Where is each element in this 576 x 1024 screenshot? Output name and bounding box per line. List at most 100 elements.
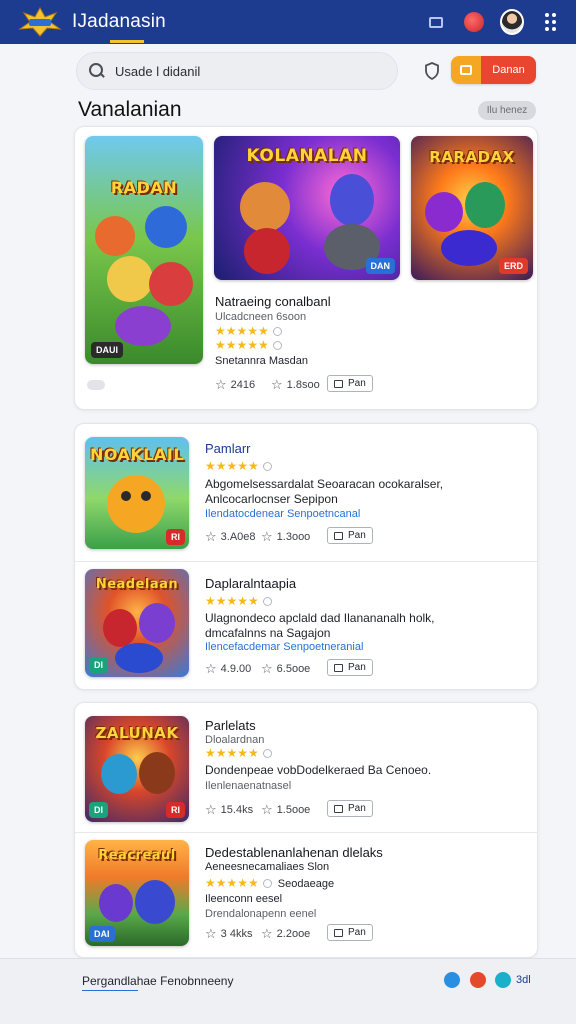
reddit-icon[interactable] — [470, 972, 486, 988]
developer-link[interactable]: Ilencefacdemar Senpoetneranial — [205, 641, 363, 653]
open-button[interactable]: Pan — [327, 800, 373, 817]
game-art-badge: RI — [166, 529, 185, 545]
game-title[interactable]: Parlelats — [205, 718, 256, 733]
featured-author: Snetannra Masdan — [215, 355, 308, 367]
avatar[interactable] — [500, 9, 524, 35]
favorite-stat: ☆ 1.5ooe — [261, 802, 311, 817]
game-meta: Ilenlenaenatnasel — [205, 780, 292, 792]
footer — [0, 958, 576, 1024]
game-subtitle: Aeneesnecamaliaes Slon — [205, 861, 330, 873]
rating-stars: ★★★★★ — [215, 338, 282, 352]
star-outline-icon: ☆ — [261, 529, 273, 544]
open-button[interactable]: Pan — [327, 659, 373, 676]
game-list-card: NOAKLAIL RI Pamlarr ★★★★★ Abgomelsessard… — [74, 423, 538, 690]
notification-icon[interactable] — [462, 10, 486, 34]
game-art-kolanalan[interactable]: KOLANALAN DAN — [214, 136, 400, 280]
rating-stars: ★★★★★ — [205, 746, 272, 760]
game-art-reacreaul[interactable]: Reacreaul DAI — [85, 840, 189, 946]
game-art-badge: RI — [166, 802, 185, 818]
open-button[interactable]: Pan — [327, 924, 373, 941]
facebook-icon[interactable] — [444, 972, 460, 988]
game-title[interactable]: Dedestablenanlahenan dlelaks — [205, 845, 383, 860]
open-button[interactable]: Pan — [327, 375, 373, 392]
favorite-stat: ☆ 1.8soo — [271, 377, 320, 392]
favorite-stat: ☆ 2.2ooe — [261, 926, 311, 941]
rating-stat: ☆ 3 4kks — [205, 926, 253, 941]
star-outline-icon: ☆ — [261, 802, 273, 817]
star-outline-icon: ☆ — [271, 377, 283, 392]
rating-stat: ☆ 15.4ks — [205, 802, 254, 817]
action-button-group[interactable]: Danan — [451, 56, 536, 84]
game-art-title: ZALUNAK — [95, 724, 179, 742]
search-input[interactable] — [115, 63, 365, 79]
featured-title[interactable]: Natraeing conalbanl — [215, 294, 331, 309]
more-vert-icon[interactable] — [538, 10, 562, 34]
bookmark-icon[interactable] — [451, 56, 481, 84]
game-art-title: RARADAX — [429, 148, 515, 166]
controller-icon — [87, 380, 105, 390]
developer-link[interactable]: Ilendatocdenear Senpoetncanal — [205, 508, 360, 520]
window-icon — [334, 928, 343, 937]
featured-subtitle: Ulcadcneen 6soon — [215, 311, 307, 323]
rating-stars: ★★★★★ Seodaeage — [205, 876, 335, 890]
game-art-noaklail[interactable]: NOAKLAIL RI — [85, 437, 189, 549]
game-art-raradax[interactable]: RARADAX ERD — [411, 136, 533, 280]
game-art-badge: DAUI — [91, 342, 123, 358]
game-description: Dondenpeae vobDodelkeraed Ba Cenoeo. — [205, 763, 432, 777]
footer-link-underline — [82, 990, 138, 991]
star-outline-icon: ☆ — [261, 661, 273, 676]
rating-stars: ★★★★★ — [205, 459, 272, 473]
rating-stat: ☆ 4.9.00 — [205, 661, 252, 676]
top-app-bar: IJadanasin — [0, 0, 576, 44]
game-art-title: Reacreaul — [98, 848, 176, 863]
shield-icon[interactable] — [424, 62, 440, 81]
game-description: Abgomelsessardalat Seoaracan ocokaralser… — [205, 477, 444, 491]
window-icon — [334, 379, 343, 388]
game-title[interactable]: Pamlarr — [205, 441, 251, 456]
section-title: Vanalanian — [78, 98, 182, 121]
game-art-radan[interactable]: RADAN DAUI — [85, 136, 203, 364]
rating-stars: ★★★★★ — [215, 324, 282, 338]
game-art-title: Neadelaan — [95, 577, 179, 592]
game-subtitle: Dloalardnan — [205, 734, 265, 746]
game-description: Ulagnondeco apclald dad Ilanananalh holk… — [205, 611, 435, 625]
rating-stat: ☆ 2416 — [215, 377, 256, 392]
star-outline-icon: ☆ — [205, 529, 217, 544]
app-title: IJadanasin — [72, 11, 166, 32]
game-art-title: NOAKLAIL — [89, 445, 185, 464]
game-art-neadelaan[interactable]: Neadelaan DI — [85, 569, 189, 677]
primary-action-button[interactable]: Danan — [481, 56, 536, 84]
cast-icon[interactable] — [424, 10, 448, 34]
open-button[interactable]: Pan — [327, 527, 373, 544]
rating-stars: ★★★★★ — [205, 594, 272, 608]
game-logo-icon[interactable] — [18, 6, 62, 37]
rating-stat: ☆ 3.A0e8 — [205, 529, 256, 544]
search-icon — [89, 63, 105, 79]
divider — [75, 561, 537, 562]
game-meta: Ileenconn eesel — [205, 893, 283, 905]
game-art-badge: DI — [89, 802, 108, 818]
window-icon — [334, 804, 343, 813]
twitter-icon[interactable] — [495, 972, 511, 988]
divider — [75, 832, 537, 833]
see-all-pill[interactable]: Ilu henez — [478, 101, 536, 120]
game-art-title: RADAN — [110, 178, 178, 197]
featured-card[interactable]: RADAN DAUI KOLANALAN DAN RARADAX ERD Nat… — [74, 126, 538, 410]
game-art-title: KOLANALAN — [246, 146, 368, 166]
game-title[interactable]: Daplaralntaapia — [205, 576, 296, 591]
favorite-stat: ☆ 6.5ooe — [261, 661, 311, 676]
game-art-badge: DAI — [89, 926, 115, 942]
game-art-badge: DAN — [365, 258, 395, 274]
active-tab-indicator — [110, 40, 144, 43]
star-outline-icon: ☆ — [261, 926, 273, 941]
footer-tag: 3dl — [516, 974, 531, 986]
window-icon — [334, 531, 343, 540]
game-description: Anlcocarlocnser Sepipon — [205, 492, 338, 506]
favorite-stat: ☆ 1.3ooo — [261, 529, 311, 544]
search-bar[interactable] — [76, 52, 398, 90]
star-outline-icon: ☆ — [205, 802, 217, 817]
footer-link[interactable]: Pergandlahae Fenobnneeny — [82, 974, 233, 988]
game-art-zalunak[interactable]: ZALUNAK DI RI — [85, 716, 189, 822]
star-outline-icon: ☆ — [205, 926, 217, 941]
game-list-card: ZALUNAK DI RI Parlelats Dloalardnan ★★★★… — [74, 702, 538, 958]
